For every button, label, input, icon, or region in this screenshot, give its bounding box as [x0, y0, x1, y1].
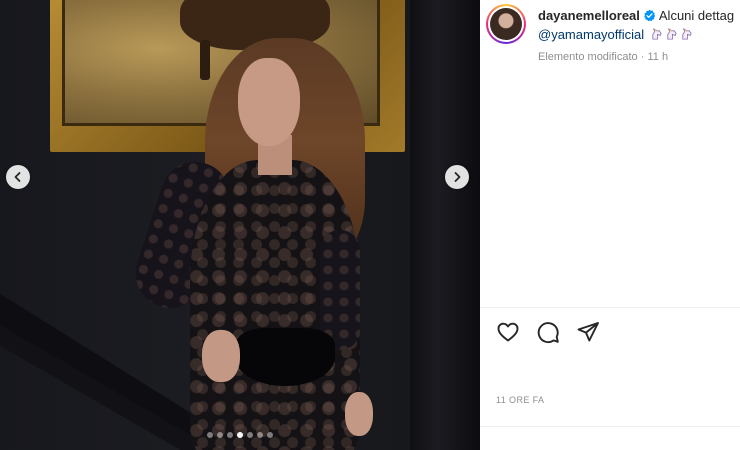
person-hand — [345, 392, 373, 436]
caption-header: dayanemelloreal Alcuni dettag — [538, 8, 740, 23]
carousel-dot — [207, 432, 213, 438]
unicorn-emoji-icon — [667, 28, 677, 40]
post-age: 11 h — [647, 51, 669, 63]
carousel-dot — [247, 432, 253, 438]
meta-separator: · — [640, 51, 645, 63]
unicorn-emoji-icon — [652, 28, 662, 40]
chevron-right-icon — [454, 172, 461, 182]
heart-icon[interactable] — [496, 320, 520, 344]
carousel-dot — [227, 432, 233, 438]
comment-bubble-icon[interactable] — [536, 320, 560, 344]
caption-second-line: @yamamayofficial — [538, 27, 693, 42]
caption-text: Alcuni dettag — [658, 8, 735, 23]
carousel-dot — [267, 432, 273, 438]
avatar — [490, 8, 522, 40]
carousel-indicator — [0, 432, 480, 438]
paper-plane-icon[interactable] — [576, 320, 600, 344]
username-link[interactable]: dayanemelloreal — [538, 8, 640, 23]
person-hand — [202, 330, 240, 382]
carousel-prev-button[interactable] — [6, 165, 30, 189]
divider — [480, 307, 740, 308]
person-face — [238, 58, 300, 146]
door-frame — [410, 0, 480, 450]
action-bar — [496, 320, 600, 344]
carousel-dot — [257, 432, 263, 438]
mention-link[interactable]: @yamamayofficial — [538, 27, 644, 42]
horse-leg — [200, 40, 210, 80]
avatar-border — [488, 6, 524, 42]
avatar-story-ring[interactable] — [486, 4, 526, 44]
person-garment — [235, 328, 335, 386]
verified-badge-icon — [644, 9, 656, 22]
edited-label: Elemento modificato — [538, 51, 638, 63]
carousel-dot — [217, 432, 223, 438]
divider — [480, 426, 740, 427]
post-timestamp[interactable]: 11 ORE FA — [496, 395, 544, 405]
post-photo[interactable] — [0, 0, 480, 450]
post-details-panel: dayanemelloreal Alcuni dettag @yamamayof… — [480, 0, 740, 450]
carousel-next-button[interactable] — [445, 165, 469, 189]
chevron-left-icon — [14, 172, 21, 182]
unicorn-emoji-icon — [682, 28, 692, 40]
post-meta: Elemento modificato · 11 h — [538, 51, 668, 63]
carousel-dot — [237, 432, 243, 438]
